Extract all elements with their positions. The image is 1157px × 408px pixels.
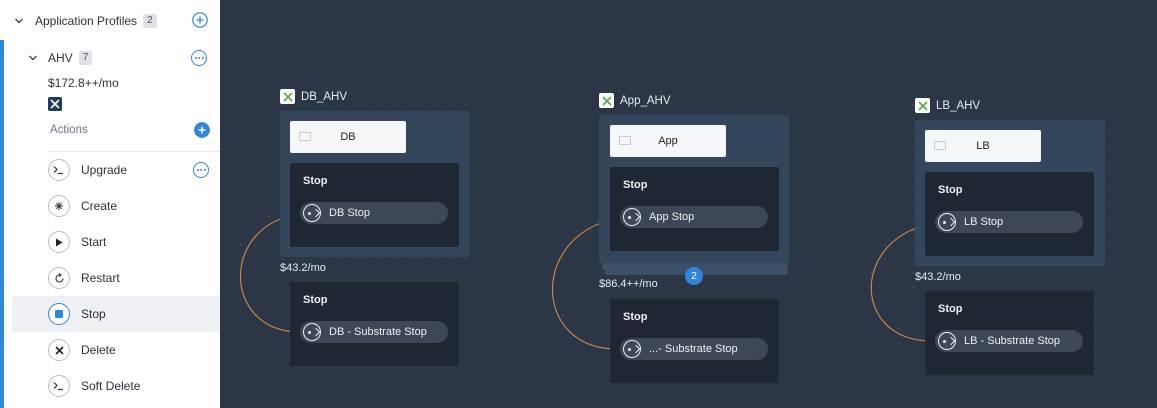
- task-label: App Stop: [649, 211, 695, 223]
- profile-more-button[interactable]: [191, 50, 207, 66]
- substrate-panel-lb: Stop LB - Substrate Stop: [925, 291, 1094, 375]
- vm-icon: [934, 141, 946, 150]
- task-title: Stop: [623, 311, 648, 323]
- action-label: Create: [81, 199, 118, 213]
- blueprint-canvas[interactable]: DB_AHV DB Stop DB Stop $43.2/mo Stop DB …: [220, 0, 1157, 408]
- vm-icon: [619, 136, 631, 145]
- deployment-name: DB_AHV: [301, 90, 348, 103]
- profiles-title: Application Profiles: [35, 14, 138, 28]
- task-label: ...- Substrate Stop: [649, 343, 738, 355]
- deployment-cost-lb: $43.2/mo: [915, 271, 961, 283]
- service-chip-db[interactable]: DB: [290, 121, 406, 153]
- service-chip-app[interactable]: App: [610, 125, 726, 157]
- task-lb-substrate-stop[interactable]: LB - Substrate Stop: [935, 330, 1083, 352]
- service-name: App: [658, 135, 678, 147]
- deployment-cost-app: $86.4++/mo: [599, 278, 658, 290]
- service-name: LB: [976, 140, 990, 152]
- task-exec-icon: [938, 332, 956, 350]
- action-create[interactable]: Create: [12, 188, 220, 224]
- task-panel-app: Stop App Stop: [610, 167, 779, 251]
- chevron-down-icon[interactable]: [28, 53, 38, 63]
- upgrade-more-button[interactable]: [193, 162, 209, 178]
- substrate-panel-app: Stop ...- Substrate Stop: [610, 299, 779, 383]
- terminal-icon: [48, 375, 70, 397]
- task-label: DB - Substrate Stop: [329, 326, 427, 338]
- deployment-name: LB_AHV: [936, 99, 981, 112]
- task-label: DB Stop: [329, 207, 370, 219]
- deployment-name: App_AHV: [620, 94, 671, 107]
- action-upgrade[interactable]: Upgrade: [12, 152, 220, 188]
- task-title: Stop: [623, 179, 648, 191]
- task-exec-icon: [303, 204, 321, 222]
- actions-label: Actions: [50, 124, 88, 136]
- deployment-title-db[interactable]: DB_AHV: [280, 89, 347, 104]
- task-exec-icon: [623, 340, 641, 358]
- delete-icon: [48, 339, 70, 361]
- task-exec-icon: [623, 208, 641, 226]
- substrate-panel-db: Stop DB - Substrate Stop: [290, 282, 459, 366]
- task-panel-db: Stop DB Stop: [290, 163, 459, 247]
- create-icon: [48, 195, 70, 217]
- action-label: Start: [81, 235, 107, 249]
- profile-count-badge: 7: [78, 51, 93, 65]
- action-label: Delete: [81, 343, 116, 357]
- nutanix-icon: [915, 98, 930, 113]
- nutanix-icon: [280, 89, 295, 104]
- task-title: Stop: [303, 294, 328, 306]
- task-title: Stop: [938, 184, 963, 196]
- task-title: Stop: [303, 175, 328, 187]
- deployment-title-app[interactable]: App_AHV: [599, 93, 671, 108]
- profiles-header[interactable]: Application Profiles 2: [14, 13, 157, 29]
- task-app-stop[interactable]: App Stop: [620, 206, 768, 228]
- profile-cost: $172.8++/mo: [48, 76, 119, 90]
- profile-ahv-header[interactable]: AHV 7: [28, 50, 93, 66]
- action-start[interactable]: Start: [12, 224, 220, 260]
- profiles-count-badge: 2: [143, 14, 157, 28]
- profile-accent-bar: [0, 40, 4, 408]
- action-label: Restart: [81, 271, 120, 285]
- vm-icon: [299, 132, 311, 141]
- deployment-cost-db: $43.2/mo: [280, 262, 326, 274]
- task-exec-icon: [303, 323, 321, 341]
- add-profile-button[interactable]: [192, 12, 208, 28]
- deployment-title-lb[interactable]: LB_AHV: [915, 98, 980, 113]
- terminal-icon: [48, 159, 70, 181]
- stop-icon: [48, 303, 70, 325]
- profile-name: AHV: [48, 51, 73, 65]
- task-label: LB - Substrate Stop: [964, 335, 1060, 347]
- action-label: Upgrade: [81, 163, 128, 177]
- action-stop[interactable]: Stop: [12, 296, 220, 332]
- task-exec-icon: [938, 213, 956, 231]
- restart-icon: [48, 267, 70, 289]
- action-restart[interactable]: Restart: [12, 260, 220, 296]
- action-delete[interactable]: Delete: [12, 332, 220, 368]
- nutanix-icon: [599, 93, 614, 108]
- action-label: Stop: [81, 307, 106, 321]
- nutanix-provider-icon: [48, 97, 62, 111]
- task-db-stop[interactable]: DB Stop: [300, 202, 448, 224]
- task-panel-lb: Stop LB Stop: [925, 172, 1094, 256]
- task-app-substrate-stop[interactable]: ...- Substrate Stop: [620, 338, 768, 360]
- task-title: Stop: [938, 303, 963, 315]
- replica-count-badge[interactable]: 2: [685, 267, 703, 285]
- action-soft-delete[interactable]: Soft Delete: [12, 368, 220, 404]
- task-label: LB Stop: [964, 216, 1004, 228]
- service-name: DB: [340, 131, 356, 143]
- service-chip-lb[interactable]: LB: [925, 130, 1041, 162]
- add-action-button[interactable]: [194, 122, 210, 138]
- task-lb-stop[interactable]: LB Stop: [935, 211, 1083, 233]
- action-label: Soft Delete: [81, 379, 141, 393]
- play-icon: [48, 231, 70, 253]
- sidebar: Application Profiles 2 AHV 7 $172.8++/mo…: [0, 0, 220, 408]
- chevron-down-icon[interactable]: [14, 16, 24, 26]
- task-db-substrate-stop[interactable]: DB - Substrate Stop: [300, 321, 448, 343]
